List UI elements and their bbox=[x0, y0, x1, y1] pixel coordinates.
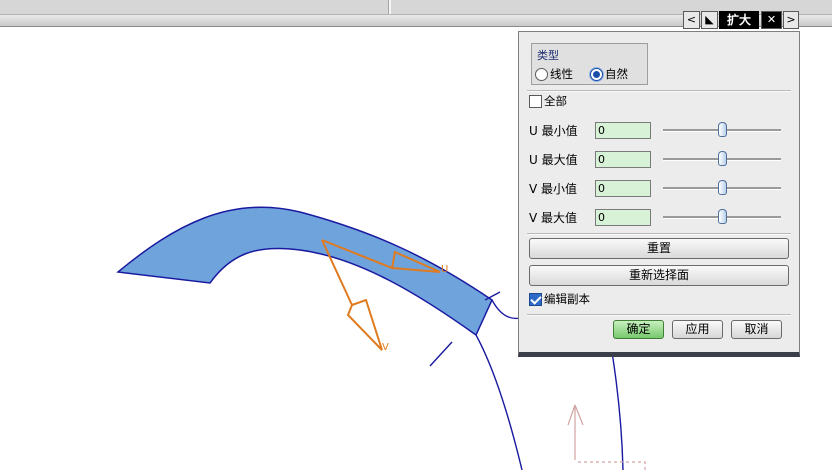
boundary-curve-right[interactable] bbox=[491, 299, 521, 320]
radio-natural-indicator[interactable] bbox=[590, 67, 603, 81]
v-max-input[interactable] bbox=[595, 208, 651, 226]
dialog-title: 扩大 bbox=[719, 11, 759, 29]
radio-linear-indicator[interactable] bbox=[535, 67, 548, 81]
radio-linear[interactable]: 线性 bbox=[535, 66, 573, 82]
wcs-triad bbox=[567, 404, 646, 470]
apply-button[interactable]: 应用 bbox=[672, 320, 723, 339]
edit-copy-label: 编辑副本 bbox=[544, 292, 590, 306]
pin-icon[interactable]: ◣ bbox=[701, 11, 718, 29]
dialog-titlebar[interactable]: < ◣ 扩大 ✕ > bbox=[683, 11, 799, 29]
slider-thumb[interactable] bbox=[718, 180, 727, 195]
divider bbox=[527, 233, 791, 235]
u-min-row: U 最小值 bbox=[529, 120, 651, 140]
u-axis-label: U bbox=[441, 264, 448, 275]
all-checkbox-label: 全部 bbox=[544, 94, 567, 108]
type-group: 类型 线性 自然 bbox=[531, 43, 648, 85]
toolbar-separator bbox=[388, 0, 391, 14]
v-max-row: V 最大值 bbox=[529, 207, 651, 227]
previous-button[interactable]: < bbox=[683, 11, 700, 29]
enlarge-dialog: 类型 线性 自然 全部 U 最小值 U 最大值 V 最小值 bbox=[518, 31, 800, 357]
u-max-input[interactable] bbox=[595, 150, 651, 168]
v-axis-label: V bbox=[382, 342, 389, 353]
v-max-label: V 最大值 bbox=[529, 210, 578, 225]
close-button[interactable]: ✕ bbox=[761, 11, 782, 29]
reselect-face-button[interactable]: 重新选择面 bbox=[529, 265, 789, 286]
v-min-row: V 最小值 bbox=[529, 178, 651, 198]
u-max-slider[interactable] bbox=[663, 149, 781, 169]
radio-natural-label: 自然 bbox=[605, 67, 628, 81]
u-max-row: U 最大值 bbox=[529, 149, 651, 169]
all-checkbox-row[interactable]: 全部 bbox=[529, 91, 567, 111]
next-button[interactable]: > bbox=[783, 11, 799, 29]
slider-thumb[interactable] bbox=[718, 151, 727, 166]
cancel-button[interactable]: 取消 bbox=[731, 320, 782, 339]
edit-copy-row[interactable]: 编辑副本 bbox=[529, 289, 590, 309]
v-min-slider[interactable] bbox=[663, 178, 781, 198]
divider bbox=[527, 314, 791, 316]
radio-natural[interactable]: 自然 bbox=[590, 66, 628, 82]
u-min-input[interactable] bbox=[595, 121, 651, 139]
slider-thumb[interactable] bbox=[718, 209, 727, 224]
radio-linear-label: 线性 bbox=[550, 67, 573, 81]
v-min-label: V 最小值 bbox=[529, 181, 578, 196]
ok-button[interactable]: 确定 bbox=[613, 320, 664, 339]
u-max-label: U 最大值 bbox=[529, 152, 578, 167]
slider-thumb[interactable] bbox=[718, 122, 727, 137]
trim-tick-v bbox=[429, 341, 453, 367]
type-group-title: 类型 bbox=[537, 49, 559, 62]
boundary-curve-far[interactable] bbox=[611, 351, 624, 470]
edit-copy-checkbox[interactable] bbox=[529, 292, 542, 306]
u-min-label: U 最小值 bbox=[529, 123, 578, 138]
boundary-curve-outer[interactable] bbox=[475, 334, 523, 470]
all-checkbox[interactable] bbox=[529, 94, 542, 108]
u-min-slider[interactable] bbox=[663, 120, 781, 140]
v-max-slider[interactable] bbox=[663, 207, 781, 227]
reset-button[interactable]: 重置 bbox=[529, 238, 789, 259]
v-min-input[interactable] bbox=[595, 179, 651, 197]
